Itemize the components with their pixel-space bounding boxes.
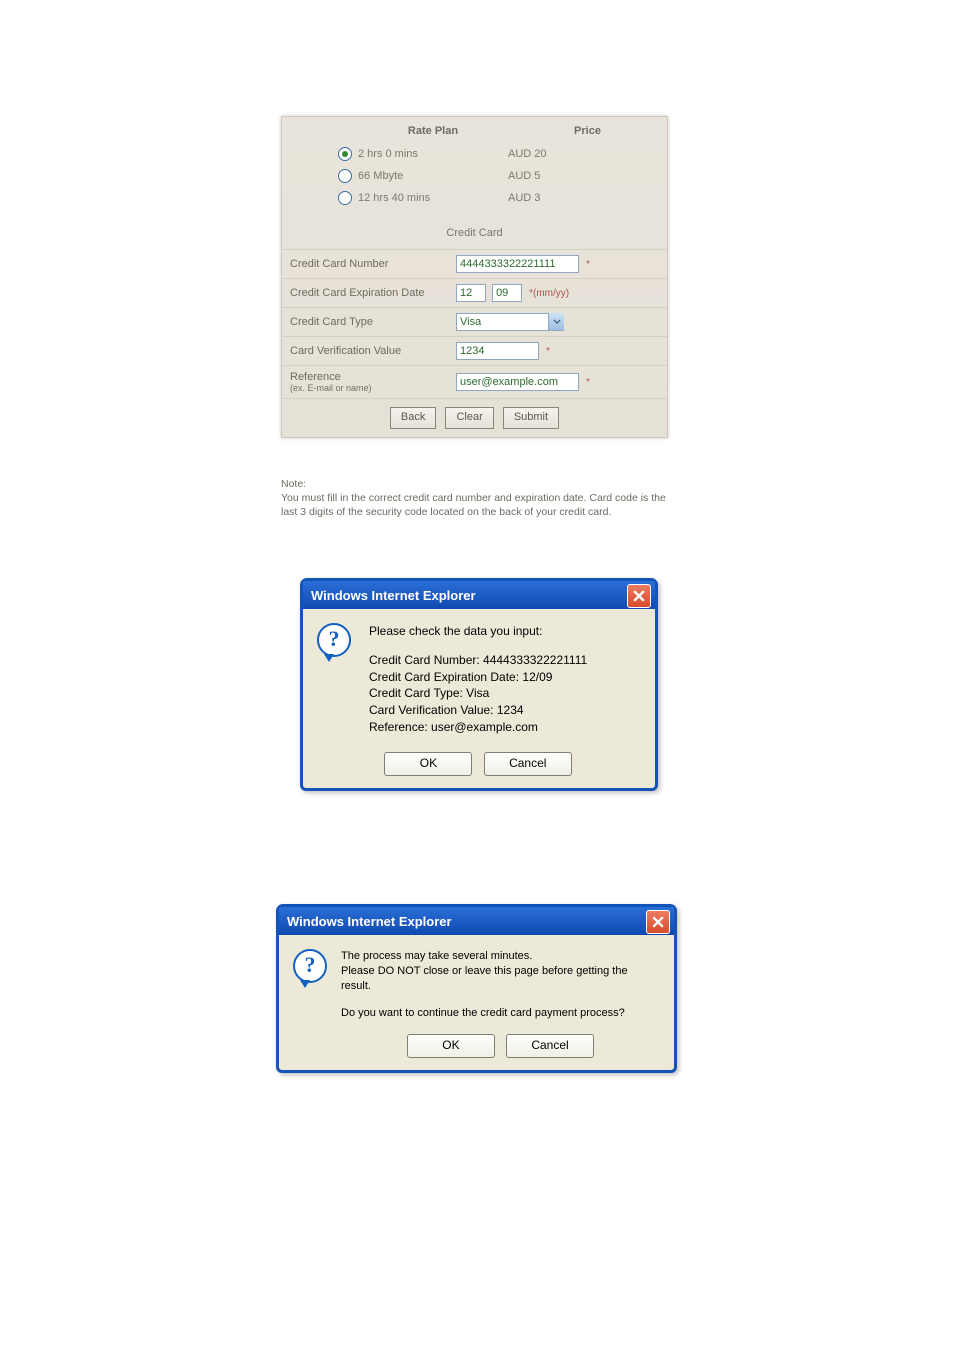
close-icon[interactable] xyxy=(627,584,651,608)
rate-plan-row[interactable]: 66 Mbyte AUD 5 xyxy=(282,165,667,187)
rate-plan-row[interactable]: 12 hrs 40 mins AUD 3 xyxy=(282,187,667,209)
ok-button[interactable]: OK xyxy=(407,1034,495,1058)
dlg-line: The process may take several minutes. xyxy=(341,949,660,964)
reference-input[interactable]: user@example.com xyxy=(456,373,579,391)
note-block: Note: You must fill in the correct credi… xyxy=(281,477,671,520)
rate-plan-table: Rate Plan Price 2 hrs 0 mins AUD 20 66 M… xyxy=(282,117,667,209)
plan-name: 12 hrs 40 mins xyxy=(358,187,508,209)
reference-label: Reference xyxy=(290,371,341,383)
back-button[interactable]: Back xyxy=(390,407,436,429)
dlg-line: Credit Card Type: Visa xyxy=(369,685,587,702)
question-icon: ? xyxy=(317,623,351,657)
cvv-label: Card Verification Value xyxy=(282,337,448,366)
cc-exp-label: Credit Card Expiration Date xyxy=(282,279,448,308)
rate-plan-row[interactable]: 2 hrs 0 mins AUD 20 xyxy=(282,143,667,165)
dlg-line: Credit Card Number: 4444333322221111 xyxy=(369,652,587,669)
plan-price: AUD 3 xyxy=(508,187,667,209)
dialog-title: Windows Internet Explorer xyxy=(311,588,476,603)
reference-sublabel: (ex. E-mail or name) xyxy=(290,383,440,393)
plan-price: AUD 20 xyxy=(508,143,667,165)
dlg-line: Credit Card Expiration Date: 12/09 xyxy=(369,669,587,686)
question-icon: ? xyxy=(293,949,327,983)
dlg-line: Please check the data you input: xyxy=(369,623,587,640)
confirm-dialog-check-data: Windows Internet Explorer ? Please check… xyxy=(300,578,658,791)
dlg-line: Card Verification Value: 1234 xyxy=(369,702,587,719)
exp-hint: *(mm/yy) xyxy=(529,288,569,299)
credit-card-form: Rate Plan Price 2 hrs 0 mins AUD 20 66 M… xyxy=(281,116,668,438)
chevron-down-icon[interactable] xyxy=(548,313,564,330)
dlg-line: Reference: user@example.com xyxy=(369,719,587,736)
dlg-line: Please DO NOT close or leave this page b… xyxy=(341,964,660,994)
required-mark: * xyxy=(546,346,550,357)
close-icon[interactable] xyxy=(646,910,670,934)
dlg-line: Do you want to continue the credit card … xyxy=(341,1006,660,1021)
credit-card-fields: Credit Card Number 4444333322221111 * Cr… xyxy=(282,249,667,399)
rate-plan-header: Rate Plan xyxy=(358,117,508,143)
cc-exp-yy-input[interactable]: 09 xyxy=(492,284,522,302)
credit-card-section-title: Credit Card xyxy=(282,209,667,249)
cancel-button[interactable]: Cancel xyxy=(506,1034,594,1058)
dialog-title: Windows Internet Explorer xyxy=(287,914,452,929)
cc-number-input[interactable]: 4444333322221111 xyxy=(456,255,579,273)
confirm-dialog-continue: Windows Internet Explorer ? The process … xyxy=(276,904,677,1073)
required-mark: * xyxy=(586,377,590,388)
cancel-button[interactable]: Cancel xyxy=(484,752,572,776)
radio-selected-icon[interactable] xyxy=(338,147,352,161)
radio-icon[interactable] xyxy=(338,191,352,205)
cc-number-label: Credit Card Number xyxy=(282,250,448,279)
required-mark: * xyxy=(586,259,590,270)
plan-price: AUD 5 xyxy=(508,165,667,187)
note-body: You must fill in the correct credit card… xyxy=(281,492,666,518)
plan-name: 66 Mbyte xyxy=(358,165,508,187)
ok-button[interactable]: OK xyxy=(384,752,472,776)
cc-exp-mm-input[interactable]: 12 xyxy=(456,284,486,302)
cc-type-label: Credit Card Type xyxy=(282,308,448,337)
plan-name: 2 hrs 0 mins xyxy=(358,143,508,165)
note-title: Note: xyxy=(281,478,306,490)
price-header: Price xyxy=(508,117,667,143)
submit-button[interactable]: Submit xyxy=(503,407,559,429)
clear-button[interactable]: Clear xyxy=(445,407,493,429)
cvv-input[interactable]: 1234 xyxy=(456,342,539,360)
radio-icon[interactable] xyxy=(338,169,352,183)
